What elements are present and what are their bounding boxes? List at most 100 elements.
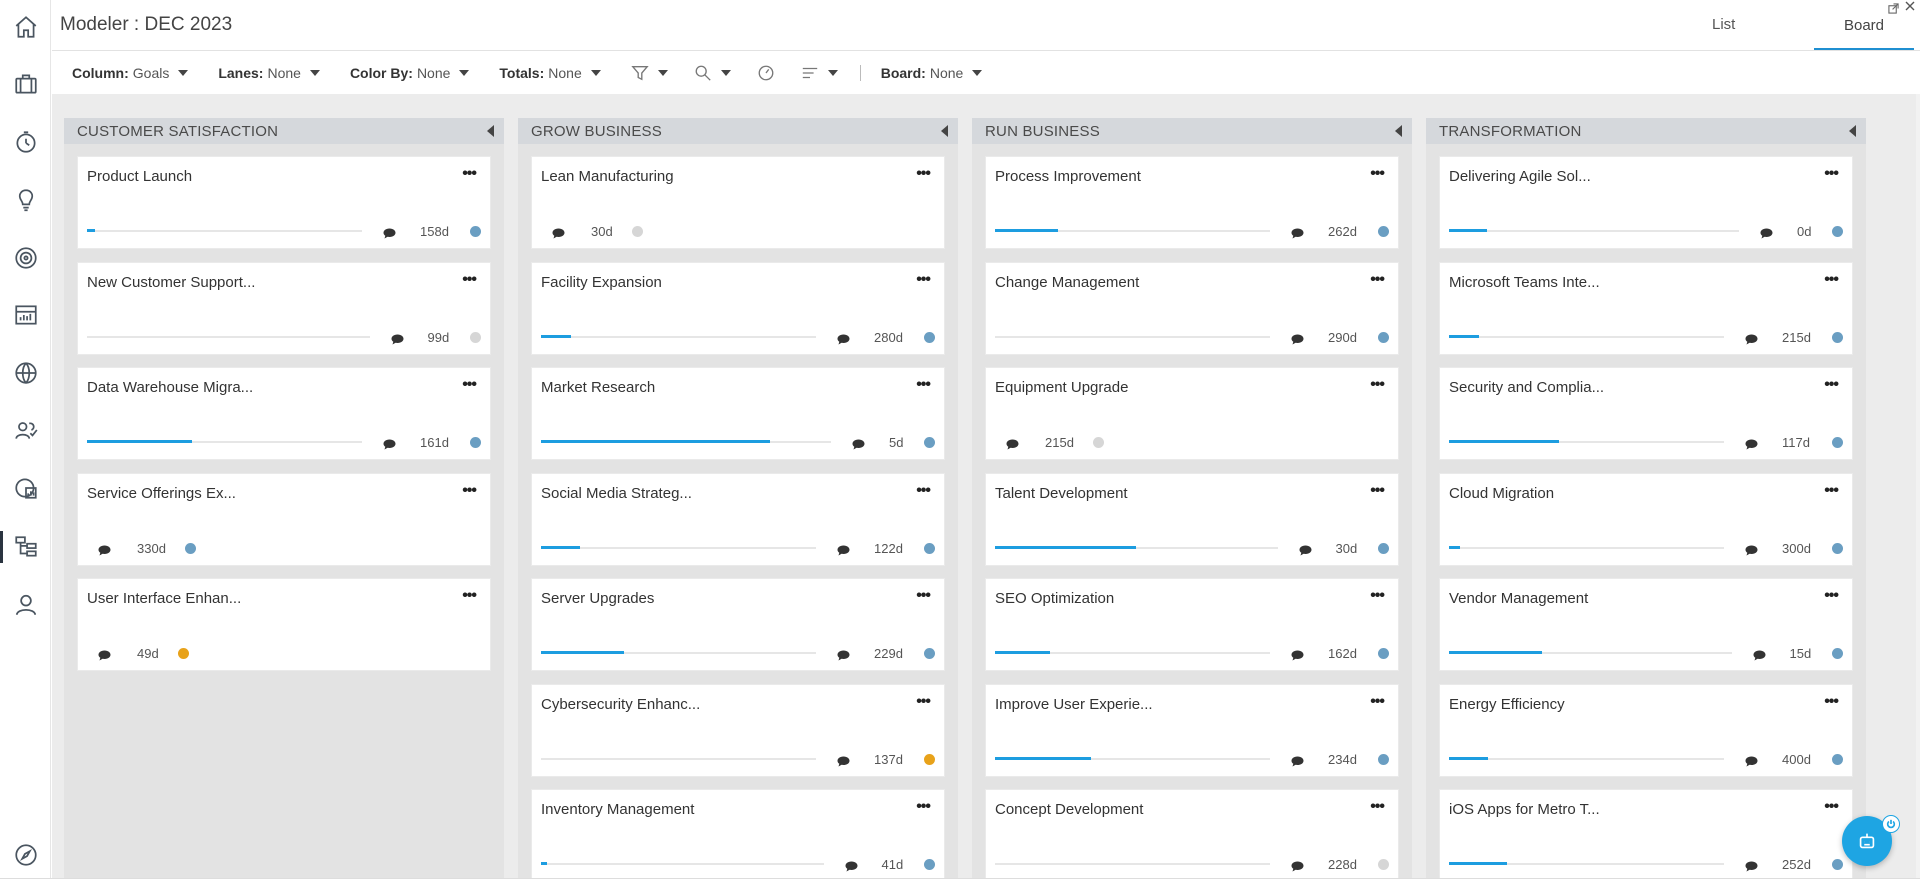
comment-icon[interactable] (1745, 332, 1758, 345)
card-title[interactable]: iOS Apps for Metro T... (1449, 801, 1600, 818)
tab-list[interactable]: List (1712, 16, 1735, 33)
chart-icon[interactable] (0, 295, 51, 335)
user-icon[interactable] (0, 585, 51, 625)
card-title[interactable]: Data Warehouse Migra... (87, 379, 253, 396)
collapse-left-icon[interactable] (1849, 125, 1856, 137)
comment-icon[interactable] (1745, 859, 1758, 872)
more-options-icon[interactable]: ••• (1370, 271, 1385, 289)
power-badge[interactable] (1882, 815, 1900, 833)
board-dropdown[interactable]: Board: None (881, 65, 983, 81)
more-options-icon[interactable]: ••• (1370, 376, 1385, 394)
goal-card[interactable]: Security and Complia... ••• 117d (1439, 367, 1853, 460)
more-options-icon[interactable]: ••• (1370, 165, 1385, 183)
goal-card[interactable]: SEO Optimization ••• 162d (985, 578, 1399, 671)
comment-icon[interactable] (1753, 648, 1766, 661)
compass-icon[interactable] (0, 835, 51, 875)
card-title[interactable]: Product Launch (87, 168, 192, 185)
comment-icon[interactable] (1745, 437, 1758, 450)
comment-icon[interactable] (852, 437, 865, 450)
report-icon[interactable] (0, 468, 51, 508)
popout-icon[interactable] (1888, 2, 1899, 17)
more-options-icon[interactable]: ••• (1370, 482, 1385, 500)
more-options-icon[interactable]: ••• (462, 482, 477, 500)
comment-icon[interactable] (98, 648, 111, 661)
more-options-icon[interactable]: ••• (462, 165, 477, 183)
collapse-left-icon[interactable] (1395, 125, 1402, 137)
more-options-icon[interactable]: ••• (1824, 376, 1839, 394)
goal-card[interactable]: Inventory Management ••• 41d (531, 789, 945, 882)
card-title[interactable]: Market Research (541, 379, 655, 396)
card-title[interactable]: Vendor Management (1449, 590, 1588, 607)
card-title[interactable]: Talent Development (995, 485, 1128, 502)
card-title[interactable]: Concept Development (995, 801, 1143, 818)
comment-icon[interactable] (1299, 543, 1312, 556)
card-title[interactable]: Equipment Upgrade (995, 379, 1128, 396)
more-options-icon[interactable]: ••• (1370, 693, 1385, 711)
goal-card[interactable]: Energy Efficiency ••• 400d (1439, 684, 1853, 777)
more-options-icon[interactable]: ••• (1370, 587, 1385, 605)
card-title[interactable]: Security and Complia... (1449, 379, 1604, 396)
vertical-scrollbar[interactable] (1916, 94, 1920, 878)
filter-dropdown[interactable] (631, 64, 668, 82)
card-title[interactable]: User Interface Enhan... (87, 590, 241, 607)
goal-card[interactable]: Cloud Migration ••• 300d (1439, 473, 1853, 566)
close-icon[interactable] (1904, 0, 1916, 15)
comment-icon[interactable] (845, 859, 858, 872)
target-icon[interactable] (0, 238, 51, 278)
more-options-icon[interactable]: ••• (916, 271, 931, 289)
comment-icon[interactable] (1291, 226, 1304, 239)
goal-card[interactable]: Server Upgrades ••• 229d (531, 578, 945, 671)
more-options-icon[interactable]: ••• (462, 376, 477, 394)
more-options-icon[interactable]: ••• (916, 587, 931, 605)
card-title[interactable]: Change Management (995, 274, 1139, 291)
goal-card[interactable]: Data Warehouse Migra... ••• 161d (77, 367, 491, 460)
more-options-icon[interactable]: ••• (1824, 693, 1839, 711)
goal-card[interactable]: New Customer Support... ••• 99d (77, 262, 491, 355)
more-options-icon[interactable]: ••• (1370, 798, 1385, 816)
comment-icon[interactable] (1291, 332, 1304, 345)
goal-card[interactable]: Delivering Agile Sol... ••• 0d (1439, 156, 1853, 249)
comment-icon[interactable] (1745, 754, 1758, 767)
more-options-icon[interactable]: ••• (916, 165, 931, 183)
card-title[interactable]: Social Media Strateg... (541, 485, 692, 502)
lightbulb-icon[interactable] (0, 180, 51, 220)
card-title[interactable]: Energy Efficiency (1449, 696, 1565, 713)
comment-icon[interactable] (1745, 543, 1758, 556)
comment-icon[interactable] (552, 226, 565, 239)
hierarchy-icon[interactable] (0, 527, 51, 567)
goal-card[interactable]: Lean Manufacturing ••• 30d (531, 156, 945, 249)
card-title[interactable]: Improve User Experie... (995, 696, 1153, 713)
goal-card[interactable]: Facility Expansion ••• 280d (531, 262, 945, 355)
goal-card[interactable]: Cybersecurity Enhanc... ••• 137d (531, 684, 945, 777)
comment-icon[interactable] (837, 332, 850, 345)
totals-dropdown[interactable]: Totals: None (499, 65, 601, 81)
collapse-left-icon[interactable] (487, 125, 494, 137)
goal-card[interactable]: Improve User Experie... ••• 234d (985, 684, 1399, 777)
goal-card[interactable]: Social Media Strateg... ••• 122d (531, 473, 945, 566)
goal-card[interactable]: Vendor Management ••• 15d (1439, 578, 1853, 671)
card-title[interactable]: SEO Optimization (995, 590, 1114, 607)
comment-icon[interactable] (1006, 437, 1019, 450)
card-title[interactable]: Process Improvement (995, 168, 1141, 185)
comment-icon[interactable] (383, 226, 396, 239)
more-options-icon[interactable]: ••• (916, 376, 931, 394)
goal-card[interactable]: Product Launch ••• 158d (77, 156, 491, 249)
comment-icon[interactable] (837, 648, 850, 661)
tab-board[interactable]: Board (1814, 0, 1914, 50)
more-options-icon[interactable]: ••• (462, 587, 477, 605)
card-title[interactable]: Inventory Management (541, 801, 694, 818)
comment-icon[interactable] (1291, 859, 1304, 872)
more-options-icon[interactable]: ••• (1824, 482, 1839, 500)
more-options-icon[interactable]: ••• (916, 693, 931, 711)
more-options-icon[interactable]: ••• (916, 798, 931, 816)
goal-card[interactable]: Talent Development ••• 30d (985, 473, 1399, 566)
goal-card[interactable]: Change Management ••• 290d (985, 262, 1399, 355)
goal-card[interactable]: Market Research ••• 5d (531, 367, 945, 460)
comment-icon[interactable] (98, 543, 111, 556)
card-title[interactable]: Microsoft Teams Inte... (1449, 274, 1600, 291)
card-title[interactable]: Facility Expansion (541, 274, 662, 291)
goal-card[interactable]: Microsoft Teams Inte... ••• 215d (1439, 262, 1853, 355)
lanes-dropdown[interactable]: Lanes: None (218, 65, 320, 81)
more-options-icon[interactable]: ••• (1824, 271, 1839, 289)
comment-icon[interactable] (383, 437, 396, 450)
